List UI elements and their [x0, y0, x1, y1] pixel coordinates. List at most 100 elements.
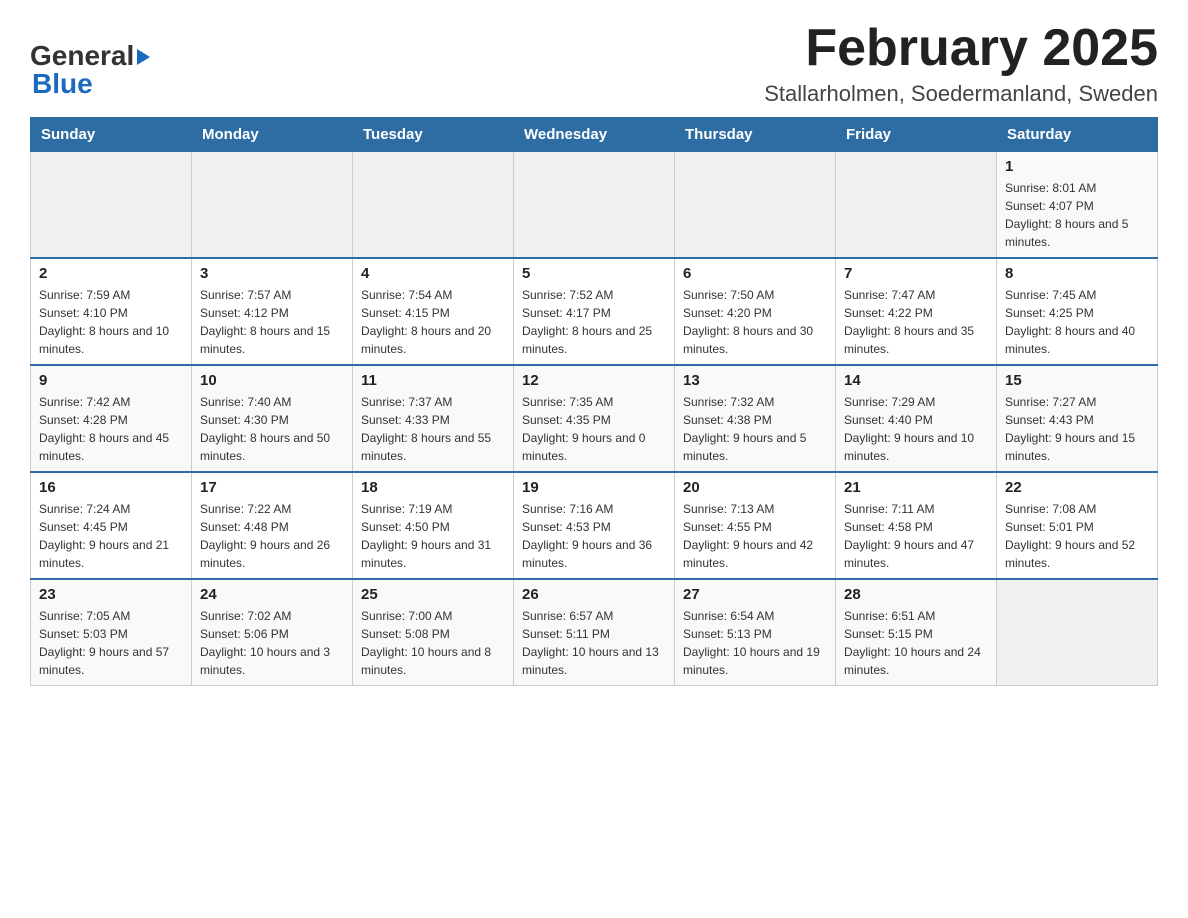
day-info: Sunrise: 7:40 AMSunset: 4:30 PMDaylight:… — [200, 393, 344, 465]
calendar-day-cell: 21 Sunrise: 7:11 AMSunset: 4:58 PMDayligh… — [836, 472, 997, 579]
day-number: 4 — [361, 265, 505, 282]
day-number: 24 — [200, 586, 344, 603]
day-info: Sunrise: 8:01 AMSunset: 4:07 PMDaylight:… — [1005, 179, 1149, 251]
header-saturday: Saturday — [997, 118, 1158, 152]
day-number: 5 — [522, 265, 666, 282]
day-info: Sunrise: 7:32 AMSunset: 4:38 PMDaylight:… — [683, 393, 827, 465]
calendar-day-cell: 2 Sunrise: 7:59 AMSunset: 4:10 PMDaylight… — [31, 258, 192, 365]
header-wednesday: Wednesday — [514, 118, 675, 152]
logo-blue: Blue — [32, 68, 93, 100]
calendar-table: SundayMondayTuesdayWednesdayThursdayFrid… — [30, 117, 1158, 686]
day-info: Sunrise: 7:35 AMSunset: 4:35 PMDaylight:… — [522, 393, 666, 465]
day-number: 11 — [361, 372, 505, 389]
logo-triangle-icon — [137, 49, 150, 65]
calendar-day-cell: 17 Sunrise: 7:22 AMSunset: 4:48 PMDayligh… — [192, 472, 353, 579]
day-number: 7 — [844, 265, 988, 282]
header-friday: Friday — [836, 118, 997, 152]
day-number: 21 — [844, 479, 988, 496]
day-info: Sunrise: 7:59 AMSunset: 4:10 PMDaylight:… — [39, 286, 183, 358]
calendar-day-cell: 4 Sunrise: 7:54 AMSunset: 4:15 PMDaylight… — [353, 258, 514, 365]
calendar-day-cell: 22 Sunrise: 7:08 AMSunset: 5:01 PMDayligh… — [997, 472, 1158, 579]
day-number: 27 — [683, 586, 827, 603]
day-info: Sunrise: 7:08 AMSunset: 5:01 PMDaylight:… — [1005, 500, 1149, 572]
day-info: Sunrise: 7:19 AMSunset: 4:50 PMDaylight:… — [361, 500, 505, 572]
location-title: Stallarholmen, Soedermanland, Sweden — [764, 81, 1158, 107]
calendar-day-cell: 14 Sunrise: 7:29 AMSunset: 4:40 PMDayligh… — [836, 365, 997, 472]
calendar-day-cell: 13Sunrise: 7:32 AMSunset: 4:38 PMDayligh… — [675, 365, 836, 472]
calendar-day-cell: 20 Sunrise: 7:13 AMSunset: 4:55 PMDayligh… — [675, 472, 836, 579]
day-info: Sunrise: 7:27 AMSunset: 4:43 PMDaylight:… — [1005, 393, 1149, 465]
calendar-day-cell: 16Sunrise: 7:24 AMSunset: 4:45 PMDayligh… — [31, 472, 192, 579]
calendar-day-cell — [353, 152, 514, 259]
header-monday: Monday — [192, 118, 353, 152]
calendar-day-cell: 11 Sunrise: 7:37 AMSunset: 4:33 PMDayligh… — [353, 365, 514, 472]
day-info: Sunrise: 7:29 AMSunset: 4:40 PMDaylight:… — [844, 393, 988, 465]
calendar-day-cell: 6 Sunrise: 7:50 AMSunset: 4:20 PMDaylight… — [675, 258, 836, 365]
day-info: Sunrise: 7:54 AMSunset: 4:15 PMDaylight:… — [361, 286, 505, 358]
header-sunday: Sunday — [31, 118, 192, 152]
day-number: 9 — [39, 372, 183, 389]
day-number: 20 — [683, 479, 827, 496]
header-thursday: Thursday — [675, 118, 836, 152]
calendar-day-cell — [192, 152, 353, 259]
calendar-day-cell — [31, 152, 192, 259]
calendar-day-cell: 7Sunrise: 7:47 AMSunset: 4:22 PMDaylight… — [836, 258, 997, 365]
day-info: Sunrise: 7:11 AMSunset: 4:58 PMDaylight:… — [844, 500, 988, 572]
day-number: 15 — [1005, 372, 1149, 389]
day-info: Sunrise: 7:02 AMSunset: 5:06 PMDaylight:… — [200, 607, 344, 679]
day-info: Sunrise: 7:00 AMSunset: 5:08 PMDaylight:… — [361, 607, 505, 679]
day-number: 23 — [39, 586, 183, 603]
calendar-day-cell: 1Sunrise: 8:01 AMSunset: 4:07 PMDaylight… — [997, 152, 1158, 259]
day-number: 26 — [522, 586, 666, 603]
calendar-day-cell: 9 Sunrise: 7:42 AMSunset: 4:28 PMDaylight… — [31, 365, 192, 472]
calendar-day-cell — [997, 579, 1158, 686]
day-number: 28 — [844, 586, 988, 603]
calendar-day-cell: 28 Sunrise: 6:51 AMSunset: 5:15 PMDayligh… — [836, 579, 997, 686]
day-number: 12 — [522, 372, 666, 389]
month-title: February 2025 — [764, 20, 1158, 77]
day-info: Sunrise: 7:50 AMSunset: 4:20 PMDaylight:… — [683, 286, 827, 358]
calendar-day-cell: 8 Sunrise: 7:45 AMSunset: 4:25 PMDaylight… — [997, 258, 1158, 365]
day-number: 25 — [361, 586, 505, 603]
day-info: Sunrise: 7:45 AMSunset: 4:25 PMDaylight:… — [1005, 286, 1149, 358]
day-number: 14 — [844, 372, 988, 389]
calendar-day-cell: 25 Sunrise: 7:00 AMSunset: 5:08 PMDayligh… — [353, 579, 514, 686]
calendar-day-cell: 23 Sunrise: 7:05 AMSunset: 5:03 PMDayligh… — [31, 579, 192, 686]
day-number: 6 — [683, 265, 827, 282]
calendar-day-cell: 5 Sunrise: 7:52 AMSunset: 4:17 PMDaylight… — [514, 258, 675, 365]
day-info: Sunrise: 6:57 AMSunset: 5:11 PMDaylight:… — [522, 607, 666, 679]
day-info: Sunrise: 7:42 AMSunset: 4:28 PMDaylight:… — [39, 393, 183, 465]
day-info: Sunrise: 7:13 AMSunset: 4:55 PMDaylight:… — [683, 500, 827, 572]
day-number: 2 — [39, 265, 183, 282]
logo: General Blue — [30, 30, 150, 100]
day-info: Sunrise: 7:52 AMSunset: 4:17 PMDaylight:… — [522, 286, 666, 358]
day-info: Sunrise: 7:57 AMSunset: 4:12 PMDaylight:… — [200, 286, 344, 358]
calendar-day-cell: 24 Sunrise: 7:02 AMSunset: 5:06 PMDayligh… — [192, 579, 353, 686]
day-info: Sunrise: 7:22 AMSunset: 4:48 PMDaylight:… — [200, 500, 344, 572]
day-number: 8 — [1005, 265, 1149, 282]
calendar-day-cell: 10 Sunrise: 7:40 AMSunset: 4:30 PMDayligh… — [192, 365, 353, 472]
calendar-day-cell — [836, 152, 997, 259]
calendar-day-cell — [514, 152, 675, 259]
calendar-day-cell: 26 Sunrise: 6:57 AMSunset: 5:11 PMDayligh… — [514, 579, 675, 686]
day-info: Sunrise: 6:51 AMSunset: 5:15 PMDaylight:… — [844, 607, 988, 679]
day-number: 10 — [200, 372, 344, 389]
page-header: General Blue February 2025 Stallarholmen… — [30, 20, 1158, 107]
logo: General Blue — [30, 40, 150, 100]
day-info: Sunrise: 6:54 AMSunset: 5:13 PMDaylight:… — [683, 607, 827, 679]
day-info: Sunrise: 7:24 AMSunset: 4:45 PMDaylight:… — [39, 500, 183, 572]
calendar-day-cell: 3 Sunrise: 7:57 AMSunset: 4:12 PMDaylight… — [192, 258, 353, 365]
day-number: 3 — [200, 265, 344, 282]
day-info: Sunrise: 7:16 AMSunset: 4:53 PMDaylight:… — [522, 500, 666, 572]
calendar-day-cell: 19 Sunrise: 7:16 AMSunset: 4:53 PMDayligh… — [514, 472, 675, 579]
calendar-header-row: SundayMondayTuesdayWednesdayThursdayFrid… — [31, 118, 1158, 152]
day-number: 19 — [522, 479, 666, 496]
day-number: 18 — [361, 479, 505, 496]
day-number: 22 — [1005, 479, 1149, 496]
day-number: 17 — [200, 479, 344, 496]
day-info: Sunrise: 7:05 AMSunset: 5:03 PMDaylight:… — [39, 607, 183, 679]
title-section: February 2025 Stallarholmen, Soedermanla… — [764, 20, 1158, 107]
calendar-day-cell: 27 Sunrise: 6:54 AMSunset: 5:13 PMDayligh… — [675, 579, 836, 686]
header-tuesday: Tuesday — [353, 118, 514, 152]
day-info: Sunrise: 7:37 AMSunset: 4:33 PMDaylight:… — [361, 393, 505, 465]
